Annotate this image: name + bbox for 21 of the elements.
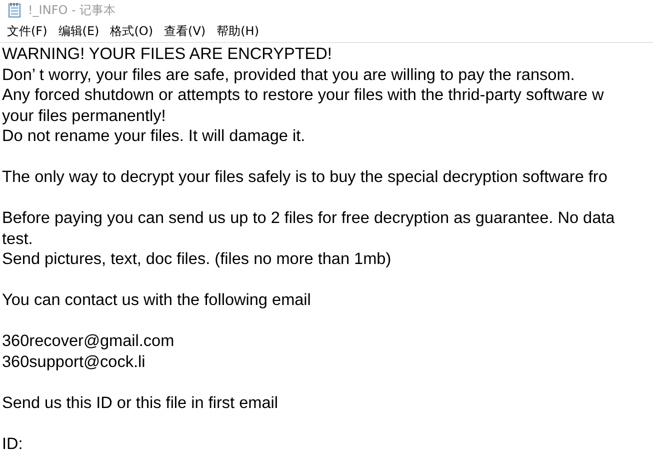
menu-item[interactable]: 编辑(E) — [53, 22, 106, 40]
text-line: Send pictures, text, doc files. (files no more than 1mb) — [2, 249, 392, 270]
text-line: 360support@cock.li — [2, 352, 146, 372]
text-line: The only way to decrypt your files safely is to buy the special decryption software fro — [2, 167, 608, 188]
text-line: Do not rename your files. It will damage it. — [2, 126, 306, 146]
menu-item[interactable]: 格式(O) — [105, 22, 160, 40]
menu-item[interactable]: 查看(V) — [159, 22, 212, 40]
window-title: !_INFO - 记事本 — [28, 2, 116, 18]
menu-item[interactable]: 文件(F) — [2, 22, 54, 40]
text-line: Any forced shutdown or attempts to restore your files with the thrid-party software w — [2, 85, 604, 106]
text-line: 360recover@gmail.com — [2, 331, 174, 352]
text-line: Don’ t worry, your files are safe, provided that you are willing to pay the ransom. — [2, 64, 575, 85]
text-line: Before paying you can send us up to 2 files for free decryption as guarantee. No data — [2, 208, 615, 228]
text-line: You can contact us with the following email — [2, 290, 311, 310]
text-line: WARNING! YOUR FILES ARE ENCRYPTED! — [2, 44, 332, 64]
menu-item[interactable]: 帮助(H) — [212, 22, 265, 40]
text-line: test. — [2, 228, 33, 249]
text-line: your files permanently! — [2, 106, 166, 126]
text-line: Send us this ID or this file in first email — [2, 392, 278, 413]
notepad-icon — [8, 2, 22, 18]
text-line: ID: — [2, 434, 23, 454]
